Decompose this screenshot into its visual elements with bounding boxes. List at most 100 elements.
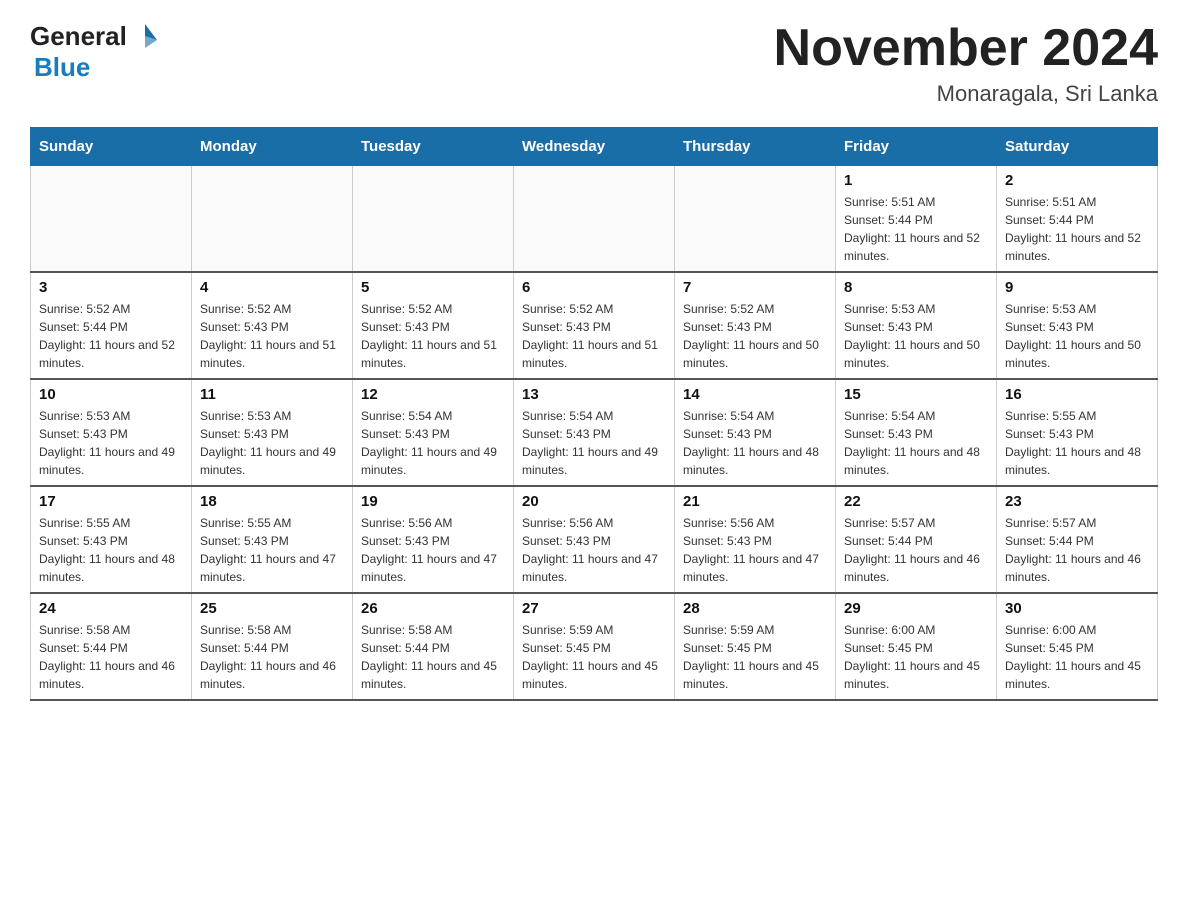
- calendar-cell: 17 Sunrise: 5:55 AM Sunset: 5:43 PM Dayli…: [31, 486, 192, 593]
- day-number: 16: [1005, 386, 1149, 403]
- day-number: 13: [522, 386, 666, 403]
- calendar-cell: 28 Sunrise: 5:59 AM Sunset: 5:45 PM Dayli…: [675, 593, 836, 700]
- calendar-cell: 9Sunrise: 5:53 AM Sunset: 5:43 PM Daylig…: [997, 272, 1158, 379]
- day-number: 9: [1005, 279, 1149, 296]
- day-info: Sunrise: 5:53 AM Sunset: 5:43 PM Dayligh…: [39, 407, 183, 479]
- page-header: General Blue November 2024 Monaragala, S…: [30, 20, 1158, 107]
- calendar-header-row: Sunday Monday Tuesday Wednesday Thursday…: [31, 128, 1158, 166]
- calendar-cell: 8 Sunrise: 5:53 AM Sunset: 5:43 PM Daylig…: [836, 272, 997, 379]
- calendar-cell: 12 Sunrise: 5:54 AM Sunset: 5:43 PM Dayli…: [353, 379, 514, 486]
- calendar-cell: 2Sunrise: 5:51 AM Sunset: 5:44 PM Daylig…: [997, 166, 1158, 273]
- col-monday: Monday: [192, 128, 353, 166]
- day-info: Sunrise: 5:54 AM Sunset: 5:43 PM Dayligh…: [361, 407, 505, 479]
- day-number: 24: [39, 600, 183, 617]
- day-number: 3: [39, 279, 183, 296]
- calendar-cell: 27 Sunrise: 5:59 AM Sunset: 5:45 PM Dayli…: [514, 593, 675, 700]
- day-info: Sunrise: 5:54 AM Sunset: 5:43 PM Dayligh…: [522, 407, 666, 479]
- day-info: Sunrise: 5:56 AM Sunset: 5:43 PM Dayligh…: [683, 514, 827, 586]
- calendar-cell: [514, 166, 675, 273]
- calendar-cell: 23Sunrise: 5:57 AM Sunset: 5:44 PM Dayli…: [997, 486, 1158, 593]
- day-number: 7: [683, 279, 827, 296]
- day-number: 20: [522, 493, 666, 510]
- day-number: 12: [361, 386, 505, 403]
- day-number: 21: [683, 493, 827, 510]
- day-info: Sunrise: 5:55 AM Sunset: 5:43 PM Dayligh…: [39, 514, 183, 586]
- day-info: Sunrise: 5:58 AM Sunset: 5:44 PM Dayligh…: [200, 621, 344, 693]
- day-info: Sunrise: 5:59 AM Sunset: 5:45 PM Dayligh…: [683, 621, 827, 693]
- day-info: Sunrise: 5:57 AM Sunset: 5:44 PM Dayligh…: [1005, 514, 1149, 586]
- day-number: 10: [39, 386, 183, 403]
- calendar-cell: 15 Sunrise: 5:54 AM Sunset: 5:43 PM Dayli…: [836, 379, 997, 486]
- logo: General Blue: [30, 20, 161, 83]
- page-title: November 2024: [774, 20, 1158, 77]
- day-info: Sunrise: 5:52 AM Sunset: 5:43 PM Dayligh…: [361, 300, 505, 372]
- day-info: Sunrise: 5:56 AM Sunset: 5:43 PM Dayligh…: [522, 514, 666, 586]
- calendar-table: Sunday Monday Tuesday Wednesday Thursday…: [30, 127, 1158, 701]
- day-info: Sunrise: 5:52 AM Sunset: 5:44 PM Dayligh…: [39, 300, 183, 372]
- day-number: 28: [683, 600, 827, 617]
- day-number: 27: [522, 600, 666, 617]
- logo-icon: [129, 20, 161, 52]
- day-info: Sunrise: 5:54 AM Sunset: 5:43 PM Dayligh…: [683, 407, 827, 479]
- day-info: Sunrise: 5:57 AM Sunset: 5:44 PM Dayligh…: [844, 514, 988, 586]
- day-number: 18: [200, 493, 344, 510]
- title-block: November 2024 Monaragala, Sri Lanka: [774, 20, 1158, 107]
- calendar-cell: [31, 166, 192, 273]
- day-info: Sunrise: 5:54 AM Sunset: 5:43 PM Dayligh…: [844, 407, 988, 479]
- day-number: 25: [200, 600, 344, 617]
- day-info: Sunrise: 5:59 AM Sunset: 5:45 PM Dayligh…: [522, 621, 666, 693]
- calendar-cell: [353, 166, 514, 273]
- day-info: Sunrise: 5:53 AM Sunset: 5:43 PM Dayligh…: [200, 407, 344, 479]
- calendar-cell: 16 Sunrise: 5:55 AM Sunset: 5:43 PM Dayli…: [997, 379, 1158, 486]
- calendar-cell: 10 Sunrise: 5:53 AM Sunset: 5:43 PM Dayli…: [31, 379, 192, 486]
- week-row-1: 1 Sunrise: 5:51 AM Sunset: 5:44 PM Daylig…: [31, 166, 1158, 273]
- page-subtitle: Monaragala, Sri Lanka: [774, 81, 1158, 107]
- day-number: 5: [361, 279, 505, 296]
- day-number: 1: [844, 172, 988, 189]
- day-info: Sunrise: 6:00 AM Sunset: 5:45 PM Dayligh…: [844, 621, 988, 693]
- col-sunday: Sunday: [31, 128, 192, 166]
- day-info: Sunrise: 6:00 AM Sunset: 5:45 PM Dayligh…: [1005, 621, 1149, 693]
- calendar-cell: 7 Sunrise: 5:52 AM Sunset: 5:43 PM Daylig…: [675, 272, 836, 379]
- day-info: Sunrise: 5:51 AM Sunset: 5:44 PM Dayligh…: [844, 193, 988, 265]
- day-info: Sunrise: 5:55 AM Sunset: 5:43 PM Dayligh…: [1005, 407, 1149, 479]
- logo-blue-text: Blue: [34, 52, 90, 82]
- calendar-cell: 13 Sunrise: 5:54 AM Sunset: 5:43 PM Dayli…: [514, 379, 675, 486]
- day-number: 14: [683, 386, 827, 403]
- calendar-cell: 26 Sunrise: 5:58 AM Sunset: 5:44 PM Dayli…: [353, 593, 514, 700]
- day-info: Sunrise: 5:58 AM Sunset: 5:44 PM Dayligh…: [39, 621, 183, 693]
- day-number: 11: [200, 386, 344, 403]
- calendar-cell: [675, 166, 836, 273]
- day-info: Sunrise: 5:52 AM Sunset: 5:43 PM Dayligh…: [522, 300, 666, 372]
- col-wednesday: Wednesday: [514, 128, 675, 166]
- calendar-cell: 4 Sunrise: 5:52 AM Sunset: 5:43 PM Daylig…: [192, 272, 353, 379]
- day-info: Sunrise: 5:58 AM Sunset: 5:44 PM Dayligh…: [361, 621, 505, 693]
- calendar-cell: 14 Sunrise: 5:54 AM Sunset: 5:43 PM Dayli…: [675, 379, 836, 486]
- day-number: 8: [844, 279, 988, 296]
- week-row-4: 17 Sunrise: 5:55 AM Sunset: 5:43 PM Dayli…: [31, 486, 1158, 593]
- col-saturday: Saturday: [997, 128, 1158, 166]
- day-number: 26: [361, 600, 505, 617]
- calendar-cell: 1 Sunrise: 5:51 AM Sunset: 5:44 PM Daylig…: [836, 166, 997, 273]
- day-number: 4: [200, 279, 344, 296]
- day-info: Sunrise: 5:52 AM Sunset: 5:43 PM Dayligh…: [683, 300, 827, 372]
- day-info: Sunrise: 5:51 AM Sunset: 5:44 PM Dayligh…: [1005, 193, 1149, 265]
- day-info: Sunrise: 5:55 AM Sunset: 5:43 PM Dayligh…: [200, 514, 344, 586]
- day-number: 15: [844, 386, 988, 403]
- logo-general-text: General: [30, 21, 127, 52]
- col-friday: Friday: [836, 128, 997, 166]
- calendar-cell: 24 Sunrise: 5:58 AM Sunset: 5:44 PM Dayli…: [31, 593, 192, 700]
- day-info: Sunrise: 5:53 AM Sunset: 5:43 PM Dayligh…: [844, 300, 988, 372]
- calendar-cell: 30 Sunrise: 6:00 AM Sunset: 5:45 PM Dayli…: [997, 593, 1158, 700]
- calendar-cell: 20 Sunrise: 5:56 AM Sunset: 5:43 PM Dayli…: [514, 486, 675, 593]
- week-row-5: 24 Sunrise: 5:58 AM Sunset: 5:44 PM Dayli…: [31, 593, 1158, 700]
- day-info: Sunrise: 5:52 AM Sunset: 5:43 PM Dayligh…: [200, 300, 344, 372]
- day-number: 6: [522, 279, 666, 296]
- calendar-cell: 18 Sunrise: 5:55 AM Sunset: 5:43 PM Dayli…: [192, 486, 353, 593]
- day-number: 29: [844, 600, 988, 617]
- day-number: 17: [39, 493, 183, 510]
- calendar-cell: 3 Sunrise: 5:52 AM Sunset: 5:44 PM Daylig…: [31, 272, 192, 379]
- day-number: 30: [1005, 600, 1149, 617]
- calendar-cell: 21 Sunrise: 5:56 AM Sunset: 5:43 PM Dayli…: [675, 486, 836, 593]
- calendar-cell: 22Sunrise: 5:57 AM Sunset: 5:44 PM Dayli…: [836, 486, 997, 593]
